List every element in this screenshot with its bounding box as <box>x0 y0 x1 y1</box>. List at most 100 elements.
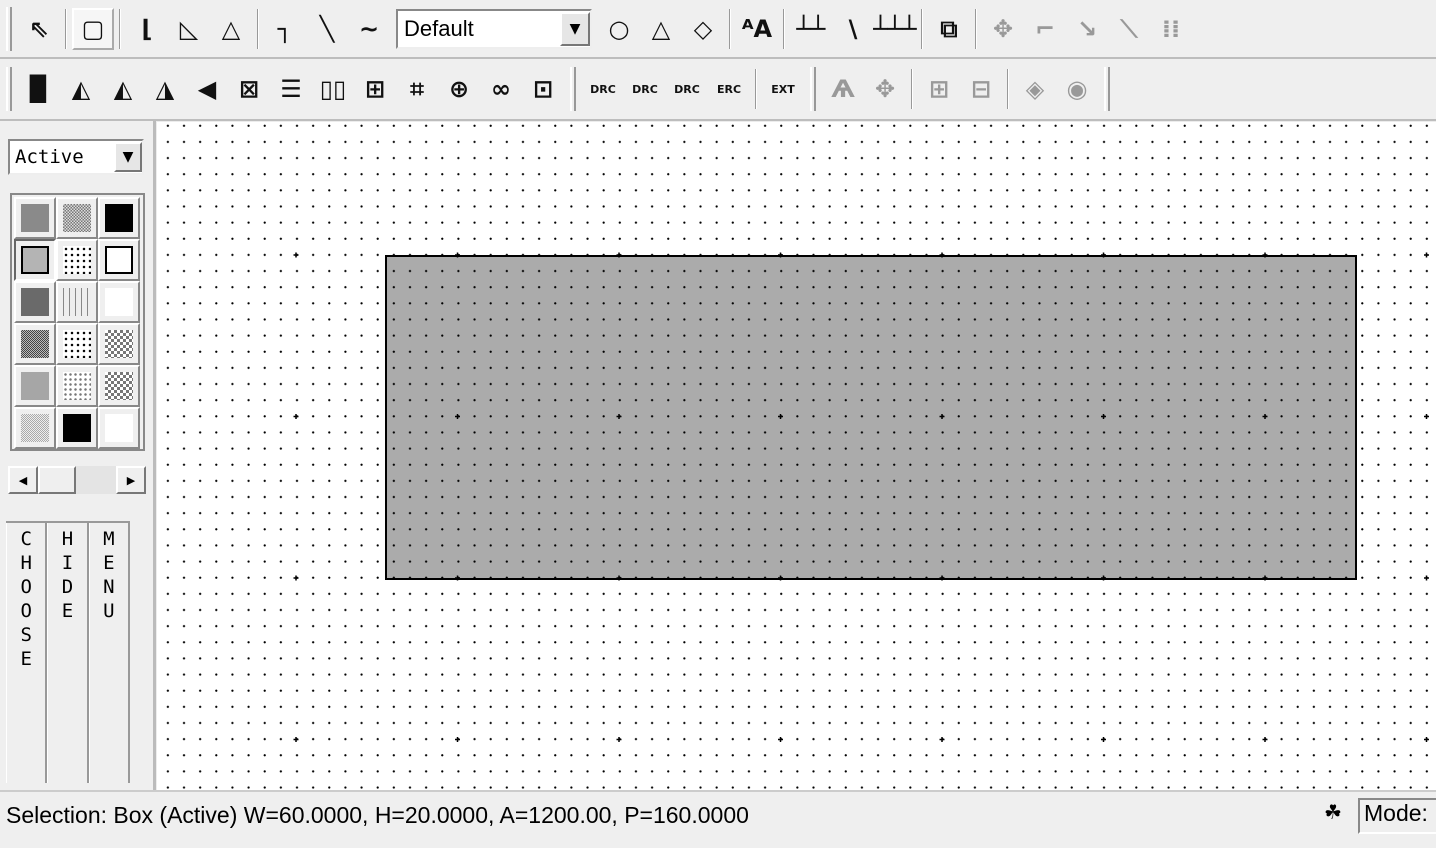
tab-menu[interactable]: MENU <box>88 523 130 783</box>
toolbar-grip[interactable] <box>1104 67 1110 111</box>
layer-swatch[interactable] <box>98 323 140 365</box>
layer-palette-panel: Active ▼ ◀ ▶ CHOOSE HIDE MENU <box>0 121 156 790</box>
device-icon[interactable]: Ѧ <box>822 68 864 110</box>
layer-filter-select[interactable]: Active ▼ <box>8 139 144 175</box>
swatch-fill <box>105 330 133 358</box>
45-degree-polygon-icon[interactable]: ◺ <box>168 8 210 50</box>
layer-palette <box>10 193 145 451</box>
orthogonal-wire-icon[interactable]: ┐ <box>264 8 306 50</box>
slice-vertical-icon[interactable]: ⊕ <box>438 68 480 110</box>
layer-swatch[interactable] <box>56 323 98 365</box>
slice-horizontal-icon[interactable]: ⌗ <box>396 68 438 110</box>
layer-swatch[interactable] <box>14 323 56 365</box>
all-angle-polygon-icon[interactable]: △ <box>210 8 252 50</box>
major-grid-cross <box>778 737 783 742</box>
layer-swatch[interactable] <box>14 239 56 281</box>
orthogonal-route-icon[interactable]: ⌐ <box>1024 8 1066 50</box>
flip-vertical-icon[interactable]: ◀ <box>186 68 228 110</box>
nibble-icon[interactable]: ∞ <box>480 68 522 110</box>
any-angle-route-icon[interactable]: ⟍ <box>1108 8 1150 50</box>
layer-swatch[interactable] <box>14 407 56 449</box>
swatch-fill <box>105 204 133 232</box>
flip-horizontal-icon[interactable]: ◮ <box>144 68 186 110</box>
separator <box>119 8 121 49</box>
scroll-left-icon[interactable]: ◀ <box>8 466 38 494</box>
toolbar-grip[interactable] <box>6 67 12 111</box>
drc-status-icon[interactable]: ☘ <box>1318 800 1348 830</box>
wire-style-select[interactable]: Default ▼ <box>396 8 592 49</box>
route-icon[interactable]: ✥ <box>982 8 1024 50</box>
group-icon[interactable]: ⊞ <box>354 68 396 110</box>
extract-icon[interactable]: EXT <box>762 68 804 110</box>
scroll-right-icon[interactable]: ▶ <box>116 466 146 494</box>
layer-swatch[interactable] <box>98 197 140 239</box>
chevron-down-icon[interactable]: ▼ <box>560 11 590 46</box>
layer-swatch[interactable] <box>98 239 140 281</box>
swatch-fill <box>21 414 49 442</box>
merge-icon[interactable]: ⊠ <box>228 68 270 110</box>
drc-box-label: DRC <box>632 82 658 96</box>
swatch-fill <box>21 204 49 232</box>
tab-choose[interactable]: CHOOSE <box>6 523 48 783</box>
port-label-icon[interactable]: ᴬA <box>736 8 778 50</box>
swatch-fill <box>21 246 49 274</box>
orthogonal-polygon-icon[interactable]: ⌊ <box>126 8 168 50</box>
major-grid-cross <box>1101 252 1106 258</box>
pie-wedge-icon[interactable]: △ <box>640 8 682 50</box>
align-vertical-icon[interactable]: ▯▯ <box>312 68 354 110</box>
ruler-ticks-icon[interactable]: ┴┴┴ <box>873 8 916 50</box>
palette-tabs: CHOOSE HIDE MENU <box>6 521 130 783</box>
toolbar-grip[interactable] <box>810 67 816 111</box>
copy-icon[interactable]: ▉ <box>18 68 60 110</box>
scroll-thumb[interactable] <box>38 466 76 494</box>
layer-derive-icon[interactable]: ◉ <box>1056 68 1098 110</box>
box-tool-icon[interactable]: ▢ <box>72 7 114 50</box>
chevron-down-icon[interactable]: ▼ <box>114 142 142 172</box>
ruler-icon[interactable]: ┴┴ <box>790 8 832 50</box>
cross-section-icon[interactable]: ⊞ <box>918 68 960 110</box>
instance-icon[interactable]: ⧉ <box>928 8 970 50</box>
editing-toolbar: ▉ ◭ ◭ ◮ ◀ ⊠ ☰ ▯▯ ⊞ ⌗ ⊕ ∞ ⊡ DRC DRC DRC E… <box>0 59 1436 121</box>
all-angle-wire-icon[interactable]: ~ <box>348 8 390 50</box>
layer-swatch[interactable] <box>56 407 98 449</box>
rotate-ccw-icon[interactable]: ◭ <box>60 68 102 110</box>
45-degree-wire-icon[interactable]: ╲ <box>306 8 348 50</box>
layer-swatch[interactable] <box>56 197 98 239</box>
status-bar: Selection: Box (Active) W=60.0000, H=20.… <box>0 790 1436 848</box>
torus-icon[interactable]: ◇ <box>682 8 724 50</box>
layer-swatch[interactable] <box>56 281 98 323</box>
drc-icon[interactable]: DRC <box>582 68 624 110</box>
layer-swatch[interactable] <box>14 365 56 407</box>
layer-swatch[interactable] <box>14 197 56 239</box>
extract-label: EXT <box>771 82 795 96</box>
measure-icon[interactable]: ⊡ <box>522 68 564 110</box>
rotate-cw-icon[interactable]: ◭ <box>102 68 144 110</box>
erc-icon[interactable]: ERC <box>708 68 750 110</box>
angle-route-icon[interactable]: ↘ <box>1066 8 1108 50</box>
drc-box-icon[interactable]: DRC <box>624 68 666 110</box>
major-grid-cross <box>778 575 783 581</box>
tab-hide[interactable]: HIDE <box>47 523 89 783</box>
swatch-fill <box>63 246 91 274</box>
align-horizontal-icon[interactable]: ☰ <box>270 68 312 110</box>
layer-swatch[interactable] <box>56 365 98 407</box>
layer-swatch[interactable] <box>56 239 98 281</box>
separator <box>729 8 731 49</box>
select-pointer-icon[interactable]: ⇖ <box>18 8 60 50</box>
ruler-angle-icon[interactable]: \ <box>832 8 874 50</box>
cross-section-2-icon[interactable]: ⊟ <box>960 68 1002 110</box>
layer-swatch[interactable] <box>98 365 140 407</box>
toolbar-grip[interactable] <box>6 6 12 51</box>
circle-icon[interactable]: ○ <box>598 8 640 50</box>
grid-points-icon[interactable]: ⁞⁞ <box>1150 8 1192 50</box>
layer-swatch[interactable] <box>98 407 140 449</box>
drc-setup-icon[interactable]: DRC <box>666 68 708 110</box>
layer-swatch[interactable] <box>14 281 56 323</box>
toolbar-grip[interactable] <box>570 67 576 111</box>
layer-generate-icon[interactable]: ◈ <box>1014 68 1056 110</box>
layer-swatch[interactable] <box>98 281 140 323</box>
palette-scrollbar[interactable]: ◀ ▶ <box>8 466 146 494</box>
place-icon[interactable]: ✥ <box>864 68 906 110</box>
layout-canvas[interactable] <box>157 122 1436 790</box>
major-grid-cross <box>1424 575 1429 581</box>
